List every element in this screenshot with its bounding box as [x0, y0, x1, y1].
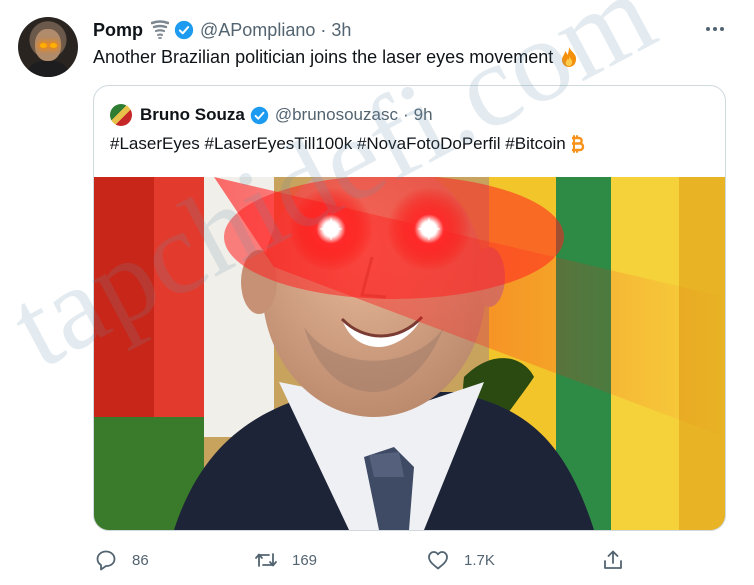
tornado-emoji-icon — [151, 20, 170, 39]
reply-count: 86 — [132, 551, 149, 569]
verified-badge-icon — [250, 106, 269, 124]
verified-badge-icon — [174, 20, 194, 40]
avatar-shirt — [24, 61, 72, 77]
tie-knot — [369, 452, 404, 477]
tweet-photo[interactable] — [94, 177, 725, 530]
tweet-actions: 86 169 1.7K — [0, 545, 754, 575]
retweet-count: 169 — [292, 551, 318, 569]
fire-emoji-icon — [562, 47, 577, 67]
more-options-icon[interactable] — [703, 20, 727, 38]
quoted-tweet-timestamp[interactable]: 9h — [414, 105, 433, 125]
separator-dot: · — [402, 105, 409, 124]
like-count: 1.7K — [464, 551, 495, 569]
avatar-laser-eye-left — [40, 43, 47, 48]
reply-button[interactable]: 86 — [94, 545, 149, 575]
bitcoin-emoji-icon — [571, 135, 584, 153]
quoted-tweet[interactable]: Bruno Souza @brunosouzasc · 9h #LaserEye… — [93, 85, 726, 531]
quoted-tweet-text: #LaserEyes #LaserEyesTill100k #NovaFotoD… — [110, 134, 586, 154]
tweet-body: Another Brazilian politician joins the l… — [93, 46, 554, 67]
quoted-tweet-hashtags[interactable]: #LaserEyes #LaserEyesTill100k #NovaFotoD… — [110, 134, 566, 154]
quoted-author-avatar[interactable] — [110, 104, 132, 126]
quoted-tweet-header: Bruno Souza @brunosouzasc · 9h — [110, 104, 433, 126]
quoted-author-display-name[interactable]: Bruno Souza — [140, 105, 245, 125]
separator-dot: · — [320, 19, 327, 40]
author-avatar[interactable] — [18, 17, 78, 77]
author-display-name[interactable]: Pomp — [93, 20, 143, 41]
tweet-timestamp[interactable]: 3h — [331, 20, 351, 41]
retweet-icon — [255, 553, 277, 567]
avatar-laser-eye-right — [50, 43, 57, 48]
share-icon — [604, 550, 622, 569]
like-button[interactable]: 1.7K — [426, 545, 495, 575]
avatar-face — [35, 29, 61, 61]
tweet-header: Pomp @APompliano · 3h — [93, 18, 351, 42]
author-handle[interactable]: @APompliano — [200, 20, 315, 41]
share-button[interactable] — [601, 545, 639, 575]
like-icon — [428, 551, 448, 570]
retweet-button[interactable]: 169 — [254, 545, 317, 575]
reply-icon — [96, 550, 116, 571]
quoted-author-handle[interactable]: @brunosouzasc — [275, 105, 398, 125]
tweet-text: Another Brazilian politician joins the l… — [93, 46, 579, 68]
